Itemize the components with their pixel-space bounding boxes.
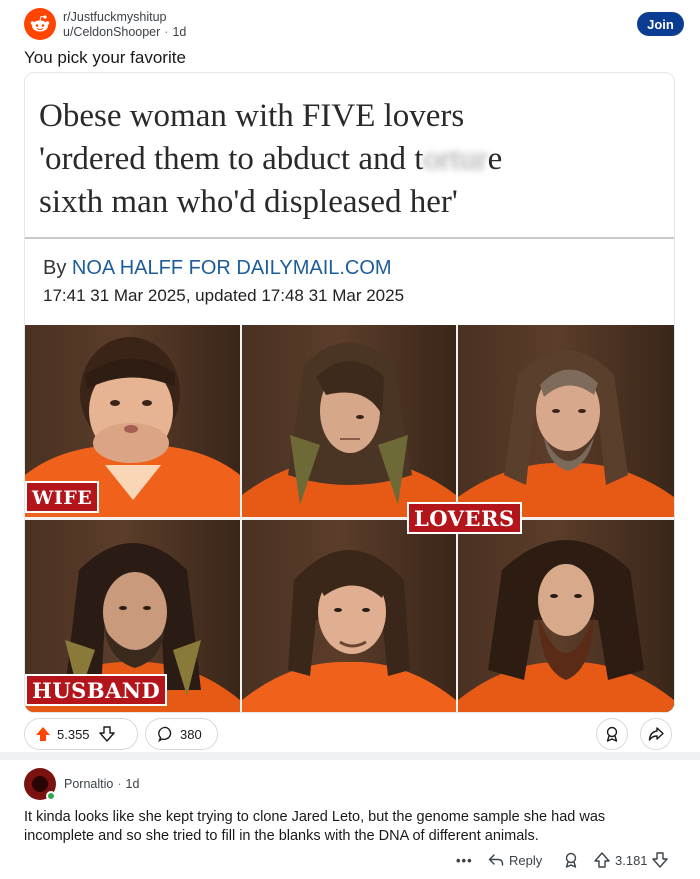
comment-icon: [158, 726, 174, 742]
comment-count: 380: [180, 726, 202, 742]
mugshot-husband: HUSBAND: [25, 520, 240, 712]
subreddit-avatar[interactable]: [24, 8, 56, 40]
article-headline: Obese woman with FIVE lovers 'ordered th…: [39, 95, 659, 224]
share-button[interactable]: [640, 718, 672, 750]
downvote-icon[interactable]: [651, 852, 668, 868]
upvote-icon[interactable]: [35, 726, 51, 742]
post-author-line: u/CeldonShooper · 1d: [63, 25, 186, 39]
reply-label: Reply: [509, 852, 543, 868]
comment-meta: Pornaltio · 1d: [64, 777, 139, 791]
vote-control: 5.355: [24, 718, 138, 750]
post-age: 1d: [172, 25, 187, 39]
post-image[interactable]: Obese woman with FIVE lovers 'ordered th…: [24, 72, 675, 713]
award-icon: [606, 726, 618, 742]
label-wife: WIFE: [25, 481, 100, 513]
separator-dot: ·: [164, 25, 169, 39]
label-husband: HUSBAND: [25, 674, 168, 706]
comment-upvote-count: 3.181: [615, 852, 648, 868]
reddit-snoo-icon: [30, 15, 50, 32]
comment-vote-control: 3.181: [594, 848, 668, 872]
downvote-icon[interactable]: [98, 726, 115, 742]
headline-line-3: sixth man who'd displeased her': [39, 184, 458, 220]
join-button[interactable]: Join: [637, 12, 684, 36]
headline-line-1: Obese woman with FIVE lovers: [39, 98, 465, 134]
share-icon: [648, 727, 664, 741]
post-action-bar: 5.355 380: [0, 716, 700, 752]
upvote-count: 5.355: [57, 726, 90, 742]
more-icon[interactable]: •••: [456, 848, 473, 872]
byline-author: NOA HALFF FOR DAILYMAIL.COM: [71, 257, 392, 279]
award-icon: [565, 852, 577, 868]
article-dateline: 17:41 31 Mar 2025, updated 17:48 31 Mar …: [43, 286, 405, 305]
post-header: r/Justfuckmyshitup u/CeldonShooper · 1d Jo…: [0, 0, 700, 44]
headline-divider: [25, 237, 674, 239]
mugshot-lover-4: [458, 520, 674, 712]
reply-icon: [488, 854, 504, 866]
post-card: r/Justfuckmyshitup u/CeldonShooper · 1d Jo…: [0, 0, 700, 752]
reply-button[interactable]: Reply: [488, 848, 542, 872]
article-byline: By NOA HALFF FOR DAILYMAIL.COM: [43, 257, 392, 279]
comment-age: 1d: [125, 777, 140, 791]
comments-button[interactable]: 380: [145, 718, 218, 750]
mugshot-lover-3: [242, 520, 456, 712]
upvote-icon[interactable]: [594, 852, 610, 868]
mugshot-lover-2: [458, 325, 674, 517]
comment-body: It kinda looks like she kept trying to c…: [24, 809, 606, 844]
label-lovers: LOVERS: [407, 502, 522, 534]
mugshot-grid: WIFE HUSBAND LOVERS: [25, 325, 674, 712]
separator-dot: ·: [117, 777, 122, 791]
post-title[interactable]: You pick your favorite: [24, 48, 186, 68]
mugshot-lover-1: [242, 325, 456, 517]
award-button[interactable]: [596, 718, 628, 750]
online-indicator: [46, 791, 56, 801]
comment: Pornaltio · 1d It kinda looks like she kep…: [0, 760, 700, 879]
post-author[interactable]: u/CeldonShooper: [63, 25, 160, 39]
comment-author[interactable]: Pornaltio: [64, 777, 113, 791]
comment-actions: ••• Reply 3.181: [0, 848, 700, 872]
subreddit-name[interactable]: r/Justfuckmyshitup: [63, 10, 167, 24]
comment-award-button[interactable]: [563, 848, 579, 872]
headline-line-2: 'ordered them to abduct and torture: [39, 141, 503, 177]
censored-word: ortur: [423, 141, 488, 177]
mugshot-wife: WIFE: [25, 325, 240, 517]
